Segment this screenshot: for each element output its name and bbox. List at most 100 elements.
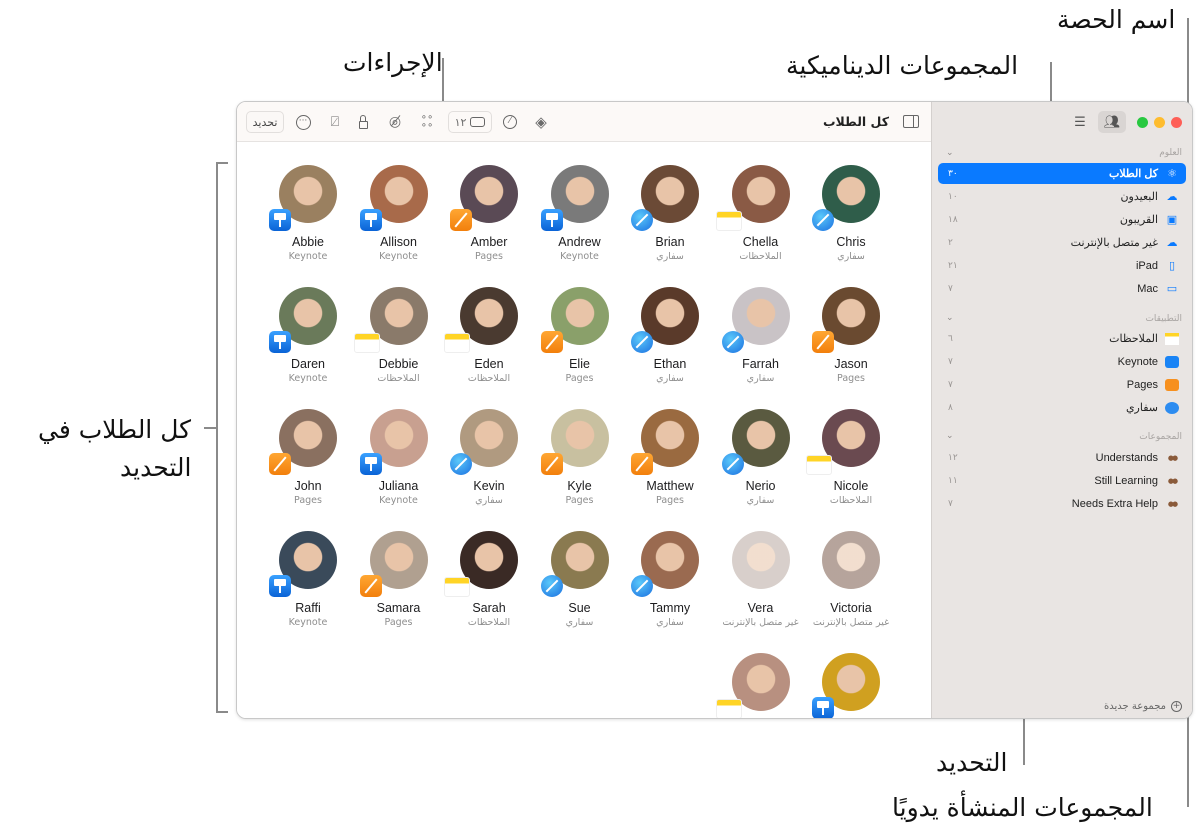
more-icon[interactable]: ··· — [293, 111, 313, 133]
student-tile[interactable]: Nerio سفاري — [716, 409, 806, 506]
student-tile[interactable]: Jason Pages — [806, 287, 896, 384]
student-name: Kevin — [473, 479, 505, 493]
chevron-down-icon[interactable]: ⌄ — [946, 431, 954, 441]
student-tile[interactable]: Samara Pages — [354, 531, 444, 628]
student-tile[interactable]: Kevin سفاري — [444, 409, 534, 506]
minimize-button[interactable] — [1154, 117, 1165, 128]
sidebar-item[interactable]: Keynote ٧ — [938, 351, 1186, 372]
student-tile[interactable]: Chella الملاحظات — [715, 165, 806, 262]
sidebar-item[interactable]: ▯ iPad ٢١ — [938, 255, 1186, 276]
new-group-button[interactable]: + مجموعة جديدة — [1104, 701, 1182, 712]
student-tile[interactable]: Farrah سفاري — [716, 287, 806, 384]
page-title: كل الطلاب — [823, 114, 889, 129]
sidebar-item-label: سفاري — [1125, 402, 1158, 414]
student-avatar — [359, 409, 428, 475]
student-tile[interactable]: Matthew Pages — [625, 409, 715, 506]
student-app: الملاحظات — [377, 373, 420, 384]
sidebar-item-count: ١٠ — [948, 191, 958, 202]
student-name: Sarah — [472, 601, 506, 615]
pages-icon — [540, 453, 563, 475]
student-tile[interactable]: Kyle Pages — [535, 409, 625, 506]
cloud-person-icon: ☁ — [1166, 190, 1178, 203]
student-avatar — [715, 653, 790, 718]
student-avatar — [812, 165, 880, 231]
sidebar-item[interactable]: ●● Still Learning ١١ — [938, 470, 1186, 491]
student-tile[interactable]: Raffi Keynote — [263, 531, 353, 628]
student-tile[interactable] — [806, 653, 896, 718]
people-icon: 👥︎ — [1103, 114, 1121, 130]
sidebar-item[interactable]: ●● Understands ١٢ — [938, 447, 1186, 468]
select-button[interactable]: تحديد — [246, 111, 284, 133]
student-tile[interactable]: Vera غير متصل بالإنترنت — [716, 531, 806, 628]
student-name: Nerio — [745, 479, 776, 493]
sidebar-item-count: ٢ — [948, 237, 953, 248]
sidebar-item[interactable]: ☁ غير متصل بالإنترنت ٢ — [938, 232, 1186, 253]
hide-icon[interactable]: ◎̸ — [383, 111, 407, 133]
lock-icon[interactable] — [353, 111, 373, 133]
sidebar: 👥︎ ☰ العلوم ⌄ ⚛ كل الطلاب ٣٠ ☁ البعيدون ١٠ ▣ ال… — [931, 102, 1192, 718]
student-tile[interactable]: Andrew Keynote — [535, 165, 625, 262]
sidebar-item[interactable]: ☁ البعيدون ١٠ — [938, 186, 1186, 207]
student-name: Chris — [836, 235, 866, 249]
layers-icon[interactable]: ◈ — [531, 111, 551, 133]
students-view-button[interactable]: 👥︎ — [1098, 111, 1126, 133]
student-app: الملاحظات — [829, 495, 873, 506]
student-avatar — [731, 531, 790, 589]
student-tile[interactable]: Elie Pages — [535, 287, 625, 384]
student-tile[interactable]: Debbie الملاحظات — [353, 287, 444, 384]
student-tile[interactable]: John Pages — [263, 409, 353, 506]
student-tile[interactable]: Sarah الملاحظات — [444, 531, 534, 628]
zoom-button[interactable] — [1137, 117, 1148, 128]
safari-icon — [540, 575, 563, 597]
toolbar: تحديد ··· ⍁ ◎̸ ∘∘ ∘∘ ١٢ ⁄ ◈ كل الطلاب — [237, 102, 931, 142]
student-name: Kyle — [567, 479, 592, 493]
sidebar-item-count: ١١ — [948, 475, 958, 486]
apps-icon[interactable]: ∘∘ ∘∘ — [417, 111, 437, 133]
student-tile[interactable]: Brian سفاري — [625, 165, 715, 262]
student-name: Nicole — [833, 479, 869, 493]
chevron-down-icon[interactable]: ⌄ — [946, 148, 954, 158]
student-tile[interactable]: Eden الملاحظات — [444, 287, 534, 384]
list-view-button[interactable]: ☰ — [1066, 111, 1094, 133]
student-tile[interactable]: Abbie Keynote — [263, 165, 353, 262]
student-avatar — [269, 165, 337, 231]
safari-icon — [631, 575, 653, 597]
safari-icon — [812, 209, 834, 231]
student-name: Andrew — [558, 235, 601, 249]
student-tile[interactable]: Amber Pages — [444, 165, 534, 262]
sidebar-item[interactable]: سفاري ٨ — [938, 397, 1186, 418]
inbox-button[interactable]: ١٢ — [448, 111, 492, 133]
student-avatar — [822, 531, 880, 589]
student-tile[interactable]: Nicole الملاحظات — [806, 409, 896, 506]
student-app: سفاري — [656, 617, 684, 628]
close-button[interactable] — [1171, 117, 1182, 128]
student-app: Pages — [837, 373, 865, 384]
student-tile[interactable]: Victoria غير متصل بالإنترنت — [806, 531, 896, 628]
sidebar-item[interactable]: الملاحظات ٦ — [938, 328, 1186, 349]
student-name: Victoria — [830, 601, 872, 615]
student-tile[interactable]: Ethan سفاري — [625, 287, 715, 384]
hide-pointer-icon[interactable]: ⍁ — [325, 111, 345, 133]
sidebar-item[interactable]: ▣ القريبون ١٨ — [938, 209, 1186, 230]
sidebar-item-label: Keynote — [1117, 355, 1158, 368]
student-tile[interactable]: Juliana Keynote — [354, 409, 444, 506]
student-tile[interactable]: Allison Keynote — [354, 165, 444, 262]
inbox-count: ١٢ — [454, 115, 467, 129]
sidebar-item[interactable]: ▭ Mac ٧ — [938, 278, 1186, 299]
notes-icon — [444, 333, 470, 353]
sidebar-toggle-icon[interactable] — [903, 115, 919, 128]
student-tile[interactable] — [715, 653, 806, 718]
navigate-icon[interactable]: ⁄ — [500, 111, 520, 133]
new-group-label: مجموعة جديدة — [1104, 701, 1166, 712]
sidebar-item-label: الملاحظات — [1109, 333, 1158, 345]
keynote-icon — [269, 209, 291, 231]
student-avatar — [359, 165, 428, 231]
sidebar-item[interactable]: ⚛ كل الطلاب ٣٠ — [938, 163, 1186, 184]
chevron-down-icon[interactable]: ⌄ — [946, 313, 954, 323]
student-tile[interactable]: Sue سفاري — [535, 531, 625, 628]
student-tile[interactable]: Chris سفاري — [806, 165, 896, 262]
student-tile[interactable]: Tammy سفاري — [625, 531, 715, 628]
sidebar-item[interactable]: Pages ٧ — [938, 374, 1186, 395]
student-tile[interactable]: Daren Keynote — [263, 287, 353, 384]
sidebar-item[interactable]: ●● Needs Extra Help ٧ — [938, 493, 1186, 514]
